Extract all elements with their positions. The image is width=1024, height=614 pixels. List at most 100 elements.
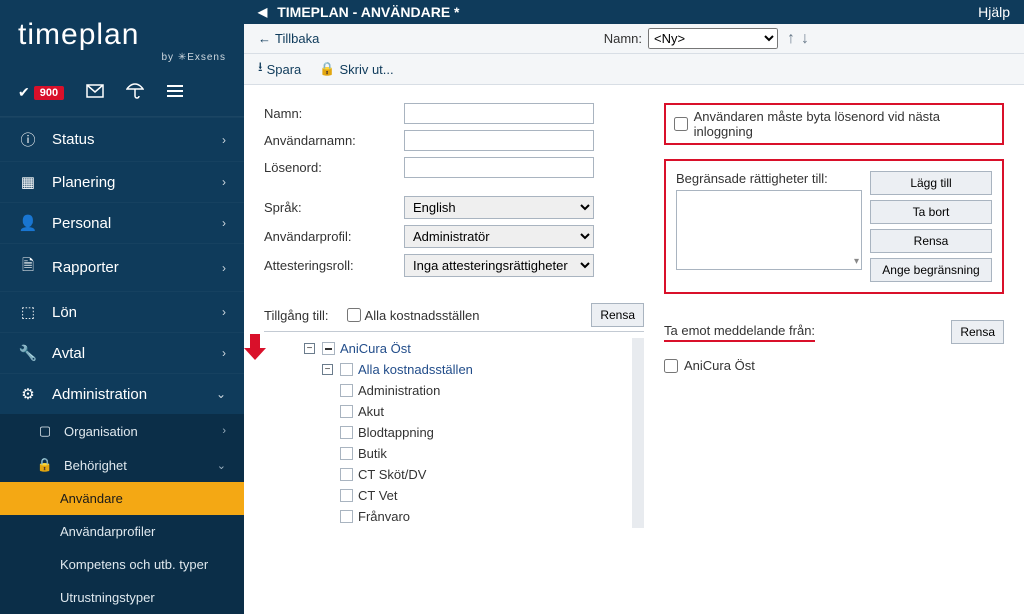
tree-item[interactable]: Akut <box>358 404 384 419</box>
tree-checkbox[interactable] <box>340 447 353 460</box>
nav-planering[interactable]: ▦Planering› <box>0 162 244 202</box>
tree-item[interactable]: CT Vet <box>358 488 398 503</box>
subnav-kompetens[interactable]: Kompetens och utb. typer <box>0 548 244 581</box>
nav-status[interactable]: ⓘStatus› <box>0 118 244 161</box>
input-anvandarnamn[interactable] <box>404 130 594 151</box>
access-rensa-button[interactable]: Rensa <box>591 303 644 327</box>
restricted-list[interactable]: ▾ <box>676 190 862 270</box>
print-button[interactable]: 🔒Skriv ut... <box>319 58 393 80</box>
subnav-behorighet[interactable]: 🔒Behörighet⌄ <box>0 448 244 482</box>
select-profil[interactable]: Administratör <box>404 225 594 248</box>
umbrella-icon[interactable] <box>126 83 144 102</box>
arrow-left-icon: ← <box>258 31 271 46</box>
sidebar: timeplan by ✳Exsens ✔ 900 ⓘStatus› ▦Plan… <box>0 0 244 564</box>
main-area: ◀ TIMEPLAN - ANVÄNDARE * Hjälp ← Tillbaka… <box>244 0 1024 564</box>
name-select[interactable]: <Ny> <box>648 28 778 49</box>
lbl-anvandarnamn: Användarnamn: <box>264 133 404 148</box>
tree-item[interactable]: Frånvaro <box>358 509 410 524</box>
money-icon: ⬚ <box>18 303 38 321</box>
list-icon[interactable] <box>166 84 184 101</box>
back-button[interactable]: ← Tillbaka <box>258 31 319 46</box>
select-sprak[interactable]: English <box>404 196 594 219</box>
save-button[interactable]: ⭳Spara <box>258 58 301 80</box>
subnav-utrustning-label: Utrustningstyper <box>60 590 155 605</box>
logo-byline: by ✳Exsens <box>18 52 226 63</box>
restricted-box: Begränsade rättigheter till: ▾ Lägg till… <box>664 159 1004 294</box>
tree-collapse-icon[interactable]: − <box>304 343 315 354</box>
chk-all-cc[interactable] <box>347 308 361 322</box>
page-header: ◀ TIMEPLAN - ANVÄNDARE * Hjälp <box>244 0 1024 24</box>
scroll-indicator-icon: ▾ <box>854 256 859 267</box>
tree-item[interactable]: CT Sköt/DV <box>358 467 426 482</box>
nav-administration[interactable]: ⚙Administration⌄ <box>0 374 244 414</box>
tree-root[interactable]: AniCura Öst <box>340 341 411 356</box>
input-namn[interactable] <box>404 103 594 124</box>
name-selector-wrap: Namn: <Ny> ↑↓ <box>604 28 812 49</box>
info-icon: ⓘ <box>18 129 38 150</box>
input-losenord[interactable] <box>404 157 594 178</box>
select-attest[interactable]: Inga attesteringsrättigheter <box>404 254 594 277</box>
btn-rensa[interactable]: Rensa <box>870 229 992 253</box>
tree-all-cc[interactable]: Alla kostnadsställen <box>358 362 473 377</box>
back-label: Tillbaka <box>275 31 319 46</box>
form-right: Användaren måste byta lösenord vid nästa… <box>664 103 1004 546</box>
tree-checkbox[interactable] <box>340 510 353 523</box>
restricted-label: Begränsade rättigheter till: <box>676 171 862 186</box>
tree-collapse-icon[interactable]: − <box>322 364 333 375</box>
receive-rensa-button[interactable]: Rensa <box>951 320 1004 344</box>
nav-personal[interactable]: 👤Personal› <box>0 203 244 243</box>
download-icon: ⭳ <box>258 58 263 80</box>
subnav-organisation[interactable]: ▢Organisation› <box>0 414 244 448</box>
subnav-utrustning[interactable]: Utrustningstyper <box>0 581 244 614</box>
nav-rapporter-label: Rapporter <box>52 259 119 276</box>
subnav-behorighet-label: Behörighet <box>64 458 127 473</box>
tree-checkbox[interactable] <box>340 468 353 481</box>
approval-badge: 900 <box>34 86 64 100</box>
nav-avtal-label: Avtal <box>52 345 85 362</box>
tree-item[interactable]: Blodtappning <box>358 425 434 440</box>
mail-icon[interactable] <box>86 84 104 101</box>
red-arrow-indicator <box>244 334 266 524</box>
lbl-namn: Namn: <box>264 106 404 121</box>
btn-ange[interactable]: Ange begränsning <box>870 258 992 282</box>
chk-force-pw[interactable] <box>674 117 688 131</box>
subnav-anvandarprofiler[interactable]: Användarprofiler <box>0 515 244 548</box>
access-header: Tillgång till: Alla kostnadsställen Rens… <box>264 303 644 332</box>
chevron-right-icon: › <box>222 346 226 360</box>
collapse-sidebar-icon[interactable]: ◀ <box>258 5 267 19</box>
nav-rapporter[interactable]: 🗎Rapporter› <box>0 244 244 291</box>
chevron-down-icon: ⌄ <box>216 387 226 401</box>
chk-receive-item[interactable] <box>664 359 678 373</box>
tree-item[interactable]: Butik <box>358 446 387 461</box>
tree-item[interactable]: Administration <box>358 383 440 398</box>
tree-checkbox[interactable] <box>340 384 353 397</box>
help-link[interactable]: Hjälp <box>978 4 1010 20</box>
chevron-right-icon: › <box>222 261 226 275</box>
nav-avtal[interactable]: 🔧 Avtal › <box>0 333 244 373</box>
nav-lon[interactable]: ⬚Lön› <box>0 292 244 332</box>
name-label: Namn: <box>604 31 642 46</box>
tree-checkbox[interactable] <box>340 489 353 502</box>
wrench-icon: 🔧 <box>18 344 38 362</box>
arrow-down-icon[interactable]: ↓ <box>798 30 812 47</box>
subnav-kompetens-label: Kompetens och utb. typer <box>60 557 208 572</box>
lbl-sprak: Språk: <box>264 200 404 215</box>
approval-count[interactable]: ✔ 900 <box>18 84 64 101</box>
access-tree[interactable]: −AniCura Öst −Alla kostnadsställen Admin… <box>286 338 644 528</box>
toolbar-row2: ⭳Spara 🔒Skriv ut... <box>244 54 1024 85</box>
btn-lagg-till[interactable]: Lägg till <box>870 171 992 195</box>
btn-ta-bort[interactable]: Ta bort <box>870 200 992 224</box>
form-left: Namn: Användarnamn: Lösenord: Språk:Engl… <box>264 103 644 546</box>
tree-checkbox[interactable] <box>340 405 353 418</box>
logo: timeplan by ✳Exsens <box>0 0 244 75</box>
content: Namn: Användarnamn: Lösenord: Språk:Engl… <box>244 85 1024 564</box>
subnav-anvandare[interactable]: Användare <box>0 482 244 515</box>
tree-checkbox[interactable] <box>340 426 353 439</box>
lock-icon: 🔒 <box>36 457 54 473</box>
all-cc-label: Alla kostnadsställen <box>365 308 480 323</box>
arrow-up-icon[interactable]: ↑ <box>784 30 798 47</box>
tree-checkbox[interactable] <box>340 363 353 376</box>
tree-checkbox[interactable] <box>322 342 335 355</box>
chevron-right-icon: › <box>222 175 226 189</box>
logo-brand: timeplan <box>18 18 226 52</box>
